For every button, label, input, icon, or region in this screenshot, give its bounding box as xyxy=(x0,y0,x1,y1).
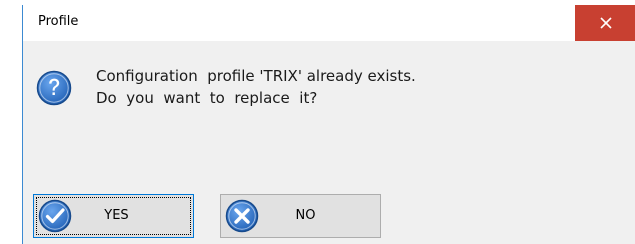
yes-button[interactable]: YES xyxy=(33,194,194,238)
dialog-window: Profile Configuration profile 'TRIX' alr… xyxy=(22,5,635,244)
close-button[interactable] xyxy=(575,5,635,41)
no-button[interactable]: NO xyxy=(220,194,381,238)
no-button-label: NO xyxy=(295,208,316,223)
message-line-2: Do you want to replace it? xyxy=(96,89,318,107)
yes-button-label: YES xyxy=(104,208,129,223)
question-icon xyxy=(36,70,72,106)
close-icon xyxy=(599,17,612,29)
dialog-message: Configuration profile 'TRIX' already exi… xyxy=(96,65,416,109)
message-line-1: Configuration profile 'TRIX' already exi… xyxy=(96,67,416,85)
title-bar: Profile xyxy=(23,5,635,41)
window-title: Profile xyxy=(38,14,79,29)
